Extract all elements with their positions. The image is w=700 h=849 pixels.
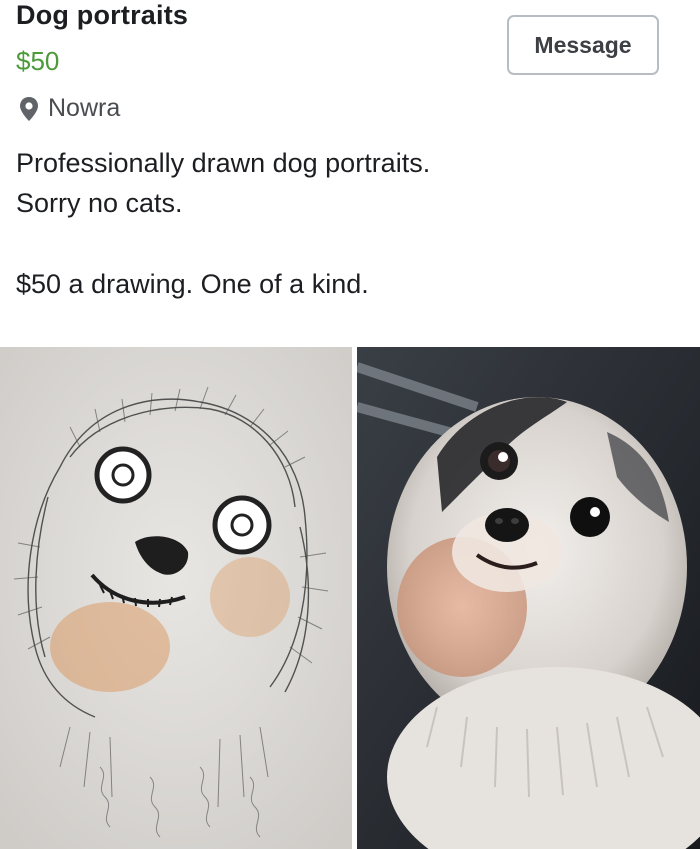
listing-price: $50 [16, 46, 60, 76]
location-label: Nowra [48, 94, 121, 122]
listing-title: Dog portraits [16, 0, 189, 30]
listing-header: Dog portraits $50 Nowra Message Professi… [0, 0, 700, 340]
listing-location: Nowra [18, 94, 120, 123]
description-line: Professionally drawn dog portraits. [16, 148, 431, 178]
listing-photos [0, 347, 700, 849]
dog-photo-image [357, 347, 700, 849]
photo-dog[interactable] [357, 347, 700, 849]
photo-drawing[interactable] [0, 347, 352, 849]
map-pin-icon [18, 96, 40, 122]
message-button[interactable]: Message [507, 15, 659, 75]
description-line: $50 a drawing. One of a kind. [16, 269, 369, 299]
listing-description: Professionally drawn dog portraits. Sorr… [16, 143, 430, 304]
description-spacer [16, 223, 430, 264]
description-line: Sorry no cats. [16, 188, 183, 218]
dog-drawing-image [0, 347, 352, 849]
